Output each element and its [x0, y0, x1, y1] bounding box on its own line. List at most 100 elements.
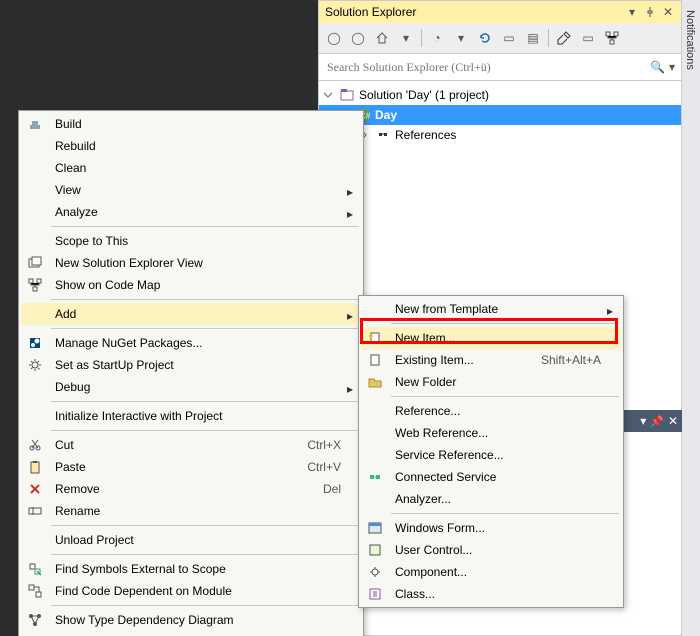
close-icon[interactable]: ✕ — [668, 414, 678, 428]
add-item-winform[interactable]: Windows Form... — [361, 517, 621, 539]
pending-icon[interactable]: ◔ — [426, 27, 448, 49]
add-item-consvc[interactable]: Connected Service — [361, 466, 621, 488]
ctx-item-analyze[interactable]: Analyze▸ — [21, 201, 361, 223]
add-item-class[interactable]: Class... — [361, 583, 621, 605]
menu-separator — [51, 226, 359, 227]
home-icon[interactable] — [371, 27, 393, 49]
ctx-item-findsym[interactable]: Find Symbols External to Scope — [21, 558, 361, 580]
menu-item-label: New from Template — [389, 302, 621, 316]
add-item-ref[interactable]: Reference... — [361, 400, 621, 422]
menu-item-label: Component... — [389, 565, 621, 579]
menu-item-label: Manage NuGet Packages... — [49, 336, 361, 350]
pin-icon[interactable]: 📌 — [650, 415, 664, 428]
view-icon[interactable]: ▾ — [395, 27, 417, 49]
nuget-icon — [21, 332, 49, 354]
submenu-arrow-icon: ▸ — [607, 304, 613, 318]
ctx-item-view[interactable]: View▸ — [21, 179, 361, 201]
menu-item-label: View — [49, 183, 361, 197]
blank-icon — [361, 422, 389, 444]
ctx-item-scope[interactable]: Scope to This — [21, 230, 361, 252]
ctx-item-add[interactable]: Add▸ — [21, 303, 361, 325]
separator — [421, 29, 422, 47]
solution-icon — [339, 87, 355, 103]
ctx-item-cut[interactable]: CutCtrl+X — [21, 434, 361, 456]
add-item-anlz[interactable]: Analyzer... — [361, 488, 621, 510]
add-item-newfolder[interactable]: New Folder — [361, 371, 621, 393]
ctx-item-codemap[interactable]: Show on Code Map — [21, 274, 361, 296]
ctx-item-typedep[interactable]: Show Type Dependency Diagram — [21, 609, 361, 631]
ctx-item-clean[interactable]: Clean — [21, 157, 361, 179]
close-icon[interactable]: ✕ — [661, 5, 675, 19]
shortcut-label: Del — [323, 482, 361, 496]
add-item-newtpl[interactable]: New from Template▸ — [361, 298, 621, 320]
component-icon — [361, 561, 389, 583]
notifications-tab[interactable]: Notifications — [682, 0, 700, 636]
userctl-icon — [361, 539, 389, 561]
rename-icon — [21, 500, 49, 522]
menu-item-label: Existing Item... — [389, 353, 541, 367]
class-icon — [361, 583, 389, 605]
expand-icon[interactable] — [323, 90, 335, 100]
properties-icon[interactable] — [553, 27, 575, 49]
ctx-item-rename[interactable]: Rename — [21, 500, 361, 522]
search-input[interactable] — [325, 59, 650, 76]
ctx-item-debug[interactable]: Debug▸ — [21, 376, 361, 398]
add-item-webref[interactable]: Web Reference... — [361, 422, 621, 444]
tree-row-references[interactable]: References — [319, 125, 681, 145]
panel-title-bar[interactable]: Solution Explorer ▾ ✕ — [319, 1, 681, 23]
dropdown-icon[interactable]: ▾ — [640, 414, 646, 428]
ctx-item-build[interactable]: Build — [21, 113, 361, 135]
menu-item-label: Cut — [49, 438, 307, 452]
menu-item-label: New Solution Explorer View — [49, 256, 361, 270]
project-context-menu: BuildRebuildCleanView▸Analyze▸Scope to T… — [18, 110, 364, 636]
ctx-item-startup[interactable]: Set as StartUp Project — [21, 354, 361, 376]
menu-item-label: Connected Service — [389, 470, 621, 484]
tree-row-project[interactable]: C# Day — [319, 105, 681, 125]
dropdown-icon[interactable]: ▾ — [625, 5, 639, 19]
ctx-item-paste[interactable]: PasteCtrl+V — [21, 456, 361, 478]
menu-separator — [51, 605, 359, 606]
ctx-item-unload[interactable]: Unload Project — [21, 529, 361, 551]
search-icon[interactable]: 🔍 — [650, 60, 665, 74]
blank-icon — [21, 179, 49, 201]
menu-item-label: Remove — [49, 482, 323, 496]
add-item-svcref[interactable]: Service Reference... — [361, 444, 621, 466]
menu-item-label: Rename — [49, 504, 361, 518]
pin-icon[interactable] — [643, 5, 657, 19]
submenu-arrow-icon: ▸ — [347, 185, 353, 199]
refresh-icon[interactable] — [474, 27, 496, 49]
form-icon — [361, 517, 389, 539]
tree-row-solution[interactable]: Solution 'Day' (1 project) — [319, 85, 681, 105]
menu-separator — [51, 299, 359, 300]
folder-icon — [361, 371, 389, 393]
ctx-item-newsev[interactable]: New Solution Explorer View — [21, 252, 361, 274]
separator — [548, 29, 549, 47]
gear-icon — [21, 354, 49, 376]
add-item-comp[interactable]: Component... — [361, 561, 621, 583]
ctx-item-rebuild[interactable]: Rebuild — [21, 135, 361, 157]
add-item-existitem[interactable]: Existing Item...Shift+Alt+A — [361, 349, 621, 371]
ctx-item-projdep[interactable]: Show Project Dependency Diagram — [21, 631, 361, 636]
codemap-icon[interactable] — [601, 27, 623, 49]
ctx-item-initinter[interactable]: Initialize Interactive with Project — [21, 405, 361, 427]
highlight-box — [360, 318, 618, 344]
add-item-userctl[interactable]: User Control... — [361, 539, 621, 561]
blank-icon — [21, 230, 49, 252]
forward-icon[interactable]: ◯ — [347, 27, 369, 49]
collapse-icon[interactable]: ▭ — [498, 27, 520, 49]
preview-icon[interactable]: ▭ — [577, 27, 599, 49]
submenu-arrow-icon: ▸ — [347, 309, 353, 323]
menu-item-label: Analyzer... — [389, 492, 621, 506]
back-icon[interactable]: ◯ — [323, 27, 345, 49]
ctx-item-findcode[interactable]: Find Code Dependent on Module — [21, 580, 361, 602]
ctx-item-remove[interactable]: RemoveDel — [21, 478, 361, 500]
showall-icon[interactable]: ▤ — [522, 27, 544, 49]
menu-separator — [51, 401, 359, 402]
menu-item-label: Add — [49, 307, 361, 321]
sync-icon[interactable]: ▾ — [450, 27, 472, 49]
search-bar[interactable]: 🔍 ▾ — [319, 54, 681, 81]
chevron-down-icon[interactable]: ▾ — [669, 60, 675, 74]
exist-item-icon — [361, 349, 389, 371]
blank-icon — [21, 529, 49, 551]
ctx-item-nuget[interactable]: Manage NuGet Packages... — [21, 332, 361, 354]
